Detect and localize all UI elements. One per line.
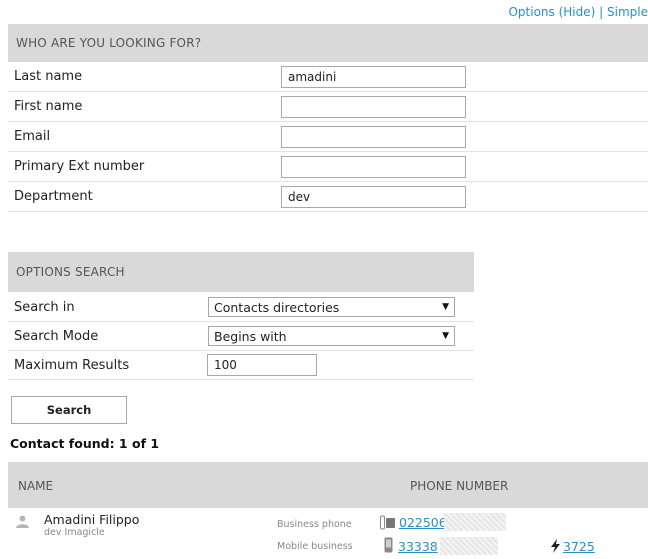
results-header: NAME PHONE NUMBER — [8, 462, 648, 508]
top-links: Options (Hide) | Simple — [508, 5, 648, 19]
business-phone-label: Business phone — [277, 519, 352, 530]
max-results-input[interactable] — [207, 354, 317, 376]
dropdown-arrow-icon: ▼ — [442, 331, 449, 341]
search-mode-label: Search Mode — [14, 328, 99, 344]
search-mode-value: Begins with — [214, 328, 287, 344]
last-name-input[interactable] — [281, 66, 466, 88]
options-section-header: OPTIONS SEARCH — [8, 252, 474, 292]
redacted-business-digits — [444, 513, 506, 531]
extension-lightning-icon — [551, 539, 560, 553]
department-input[interactable] — [281, 186, 466, 208]
name-column-header: NAME — [18, 479, 54, 493]
primary-ext-input[interactable] — [281, 156, 466, 178]
simple-link[interactable]: Simple — [607, 5, 648, 19]
redacted-mobile-digits — [440, 537, 498, 555]
who-section-header: WHO ARE YOU LOOKING FOR? — [8, 24, 648, 62]
primary-ext-label: Primary Ext number — [14, 159, 145, 174]
dropdown-arrow-icon: ▼ — [442, 302, 449, 312]
first-name-input[interactable] — [281, 96, 466, 118]
max-results-label: Maximum Results — [14, 357, 130, 373]
contact-department-company: dev Imagicle — [44, 527, 105, 538]
mobile-business-label: Mobile business — [277, 541, 353, 552]
search-in-label: Search in — [14, 299, 75, 315]
options-section-title: OPTIONS SEARCH — [16, 265, 125, 279]
options-toggle-link[interactable]: Options (Hide) — [508, 5, 595, 19]
email-input[interactable] — [281, 126, 466, 148]
person-icon — [16, 515, 29, 528]
extension-number[interactable]: 3725 — [563, 539, 595, 554]
link-separator: | — [599, 5, 604, 19]
search-in-select[interactable]: Contacts directories ▼ — [208, 297, 455, 317]
last-name-label: Last name — [14, 69, 83, 84]
search-mode-select[interactable]: Begins with ▼ — [208, 326, 455, 346]
search-button[interactable]: Search — [11, 396, 127, 424]
who-section-title: WHO ARE YOU LOOKING FOR? — [16, 36, 202, 50]
desk-phone-icon — [380, 515, 395, 530]
search-in-value: Contacts directories — [214, 299, 340, 315]
business-phone-number[interactable]: 022506 — [399, 515, 447, 530]
first-name-label: First name — [14, 99, 83, 114]
phone-column-header: PHONE NUMBER — [410, 479, 509, 493]
contact-found-count: Contact found: 1 of 1 — [10, 436, 160, 451]
contact-name[interactable]: Amadini Filippo — [44, 512, 139, 527]
mobile-business-number[interactable]: 33338 — [398, 539, 438, 554]
department-label: Department — [14, 189, 93, 204]
mobile-phone-icon — [384, 537, 393, 553]
email-label: Email — [14, 129, 51, 144]
